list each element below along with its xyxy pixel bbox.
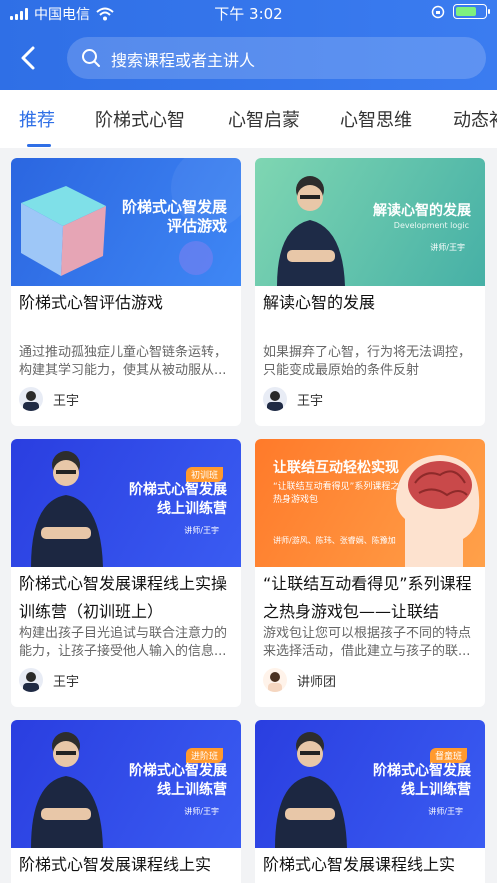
tab-dynamic[interactable]: 动态补 — [453, 106, 497, 132]
course-card[interactable]: 阶梯式心智发展 评估游戏 阶梯式心智评估游戏 通过推动孤独症儿童心智链条运转，构… — [11, 158, 241, 426]
cover-lecturer: 讲师/王宇 — [430, 243, 465, 252]
course-description: 通过推动孤独症儿童心智链条运转，构建其学习能力，使其从被动服从... — [19, 345, 228, 378]
course-title: 阶梯式心智发展课程线上实 — [19, 855, 212, 874]
tab-ladder-mind[interactable]: 阶梯式心智 — [95, 106, 185, 132]
course-card[interactable]: 让联结互动轻松实现 “让联结互动看得见”系列课程之 热身游戏包 讲师/游风、陈玮… — [255, 439, 485, 707]
avatar — [19, 387, 43, 411]
course-card[interactable]: 进阶班 阶梯式心智发展 线上训练营 讲师/王宇 阶梯式心智发展课程线上实 — [11, 720, 241, 883]
level-badge: 初训班 — [185, 467, 223, 482]
cover-subtitle: “让联结互动看得见”系列课程之 热身游戏包 — [273, 482, 400, 505]
category-tabs: 推荐 阶梯式心智 心智启蒙 心智思维 动态补 — [0, 90, 497, 148]
status-time: 下午 3:02 — [214, 5, 283, 23]
course-author: 讲师团 — [263, 668, 336, 692]
cover-subtitle: Development logic — [393, 221, 469, 230]
cover-lecturer: 讲师/王宇 — [184, 526, 219, 535]
back-button[interactable] — [14, 42, 42, 74]
course-card[interactable]: 督童班 阶梯式心智发展 线上训练营 讲师/王宇 阶梯式心智发展课程线上实 — [255, 720, 485, 883]
search-input[interactable]: 搜索课程或者主讲人 — [67, 37, 486, 79]
cover-title: 解读心智的发展 — [373, 203, 471, 219]
active-tab-indicator — [27, 144, 51, 147]
course-description: 游戏包让您可以根据孩子不同的特点来选择活动，借此建立与孩子的联... — [263, 626, 472, 659]
cover-lecturer: 讲师/王宇 — [428, 807, 463, 816]
course-cover: 进阶班 阶梯式心智发展 线上训练营 讲师/王宇 — [11, 720, 241, 848]
cover-title: 阶梯式心智发展 线上训练营 — [129, 763, 227, 798]
avatar — [263, 668, 287, 692]
search-placeholder: 搜索课程或者主讲人 — [111, 51, 256, 70]
course-author: 王宇 — [19, 387, 79, 411]
course-title: 阶梯式心智发展课程线上实操训练营（初训班上） — [19, 574, 228, 621]
course-author: 王宇 — [263, 387, 323, 411]
avatar — [19, 668, 43, 692]
cover-title: 阶梯式心智发展 线上训练营 — [373, 763, 471, 798]
course-title: “让联结互动看得见”系列课程之热身游戏包——让联结 — [263, 574, 472, 621]
course-cover: 阶梯式心智发展 评估游戏 — [11, 158, 241, 286]
course-card[interactable]: 初训班 阶梯式心智发展 线上训练营 讲师/王宇 阶梯式心智发展课程线上实操训练营… — [11, 439, 241, 707]
cover-title: 让联结互动轻松实现 — [273, 460, 399, 476]
author-name: 王宇 — [53, 674, 80, 690]
course-description: 构建出孩子目光追试与联合注意力的能力，让孩子接受他人输入的信息... — [19, 626, 228, 659]
search-icon — [82, 49, 100, 67]
author-name: 王宇 — [297, 393, 324, 409]
cover-lecturers: 讲师/游风、陈玮、张睿娴、陈豫加 — [273, 536, 396, 545]
author-name: 王宇 — [53, 393, 80, 409]
course-description: 如果摒弃了心智，行为将无法调控，只能变成最原始的条件反射 — [263, 345, 472, 378]
tab-mind-enlightenment[interactable]: 心智启蒙 — [228, 106, 300, 132]
level-badge: 督童班 — [429, 748, 467, 763]
top-bar: 中国电信 下午 3:02 搜索课程或者主讲人 — [0, 0, 497, 90]
course-title: 阶梯式心智评估游戏 — [19, 293, 164, 312]
course-cover: 解读心智的发展 Development logic 讲师/王宇 — [255, 158, 485, 286]
course-author: 王宇 — [19, 668, 79, 692]
course-card[interactable]: 解读心智的发展 Development logic 讲师/王宇 解读心智的发展 … — [255, 158, 485, 426]
cover-title: 阶梯式心智发展 评估游戏 — [121, 198, 227, 235]
course-title: 阶梯式心智发展课程线上实 — [263, 855, 456, 874]
level-badge: 进阶班 — [185, 748, 223, 763]
tab-recommend[interactable]: 推荐 — [19, 106, 55, 132]
course-cover: 督童班 阶梯式心智发展 线上训练营 讲师/王宇 — [255, 720, 485, 848]
course-cover: 让联结互动轻松实现 “让联结互动看得见”系列课程之 热身游戏包 讲师/游风、陈玮… — [255, 439, 485, 567]
status-bar: 中国电信 下午 3:02 — [0, 0, 497, 26]
rotation-lock-icon — [431, 5, 445, 18]
avatar — [263, 387, 287, 411]
cover-lecturer: 讲师/王宇 — [184, 807, 219, 816]
course-title: 解读心智的发展 — [263, 293, 376, 312]
battery-icon — [453, 4, 490, 19]
author-name: 讲师团 — [297, 674, 337, 690]
tab-mind-thinking[interactable]: 心智思维 — [340, 106, 412, 132]
cover-title: 阶梯式心智发展 线上训练营 — [129, 482, 227, 517]
course-cover: 初训班 阶梯式心智发展 线上训练营 讲师/王宇 — [11, 439, 241, 567]
